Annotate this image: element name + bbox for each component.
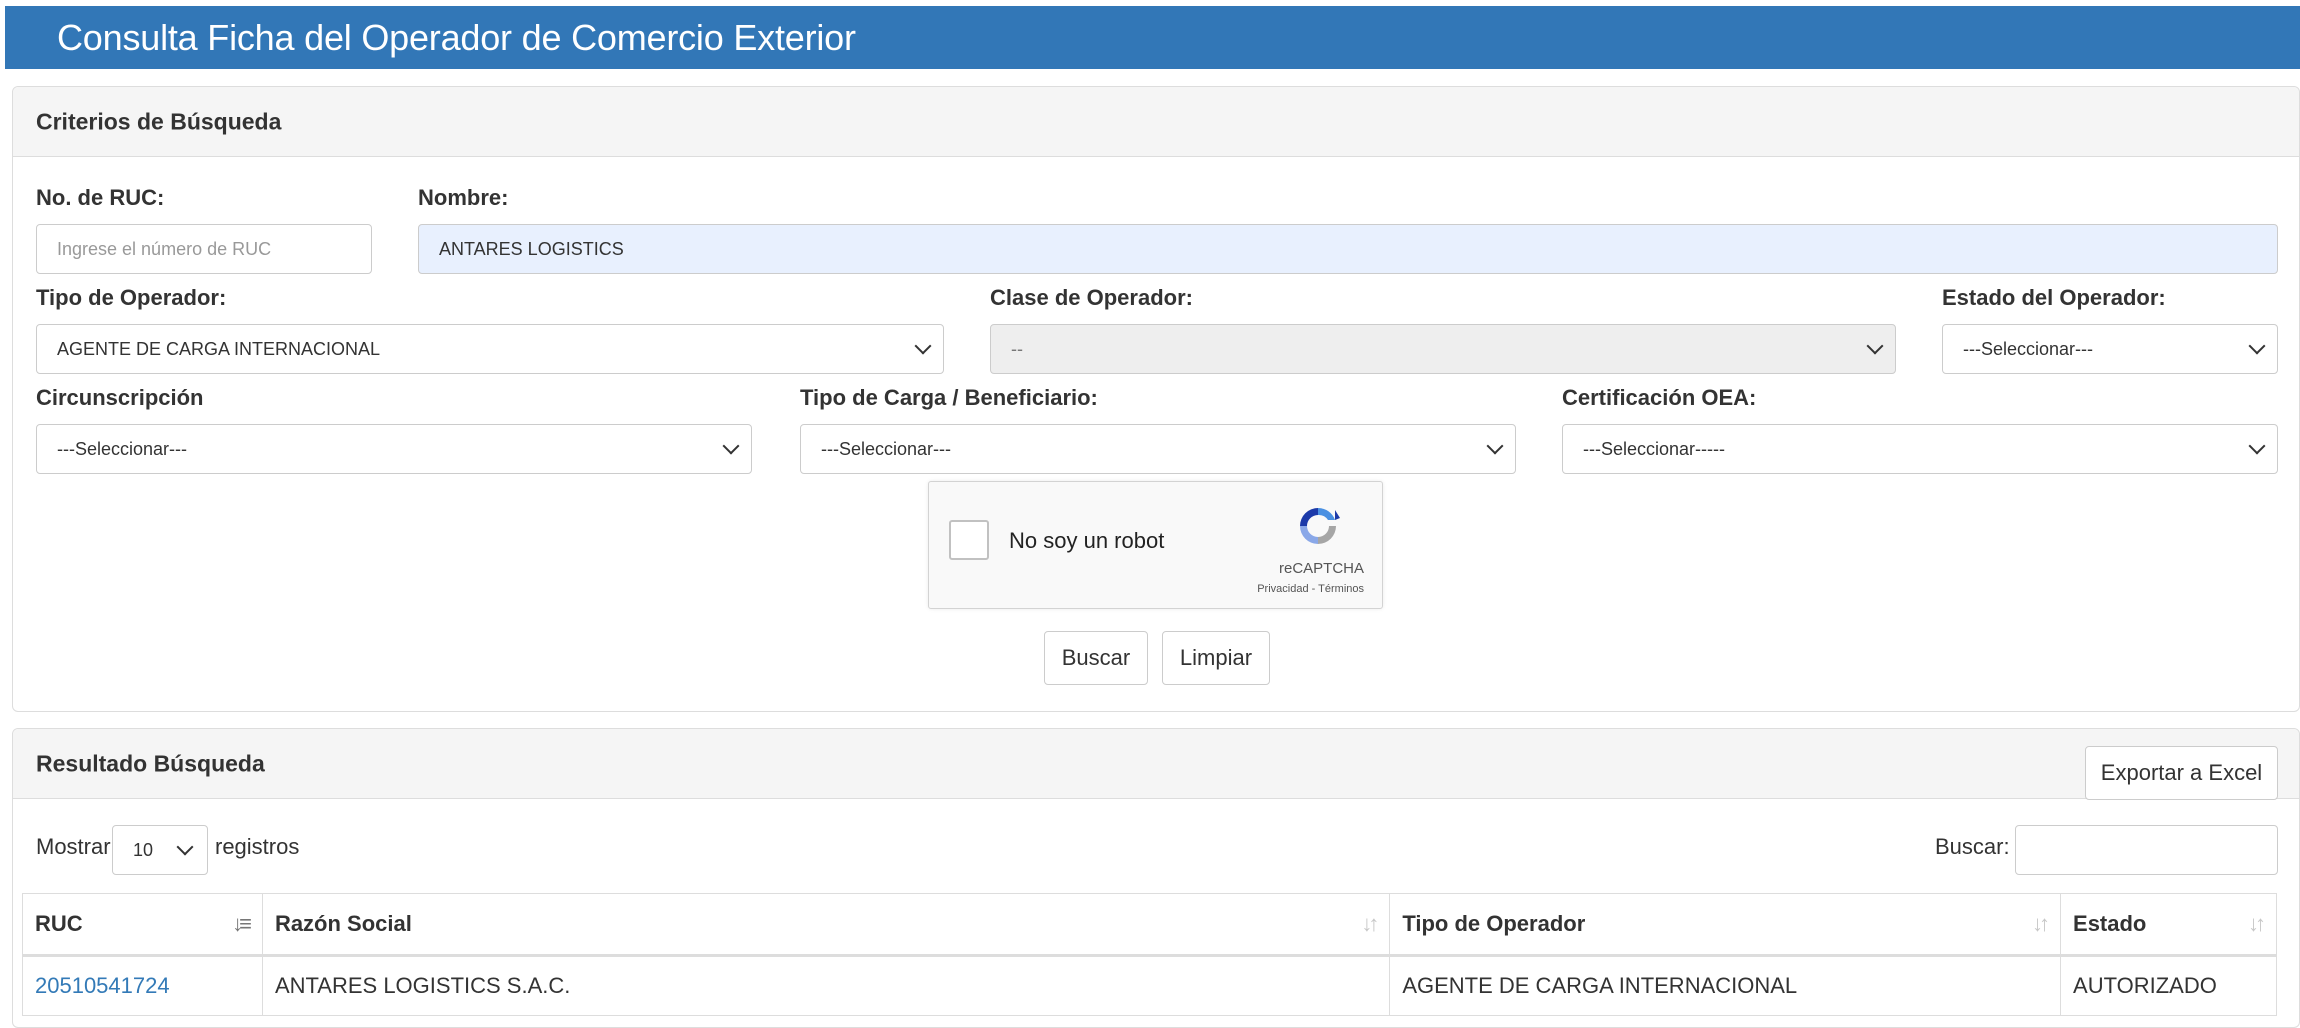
recaptcha-brand: reCAPTCHA xyxy=(1278,560,1364,577)
results-header: Resultado Búsqueda xyxy=(13,729,2299,799)
ruc-link[interactable]: 20510541724 xyxy=(35,973,170,998)
nombre-input[interactable]: ANTARES LOGISTICS xyxy=(418,224,2278,274)
clase-operador-label: Clase de Operador: xyxy=(990,285,1193,310)
search-criteria-panel: Criterios de Búsqueda xyxy=(12,86,2300,712)
certificacion-value: ---Seleccionar----- xyxy=(1583,439,1726,459)
search-criteria-header: Criterios de Búsqueda xyxy=(13,87,2299,157)
tipo-operador-value: AGENTE DE CARGA INTERNACIONAL xyxy=(57,339,381,359)
table-header-row: RUC ↓≡ Razón Social ↓↑ Tipo de Operador … xyxy=(22,893,2277,957)
chevron-down-icon xyxy=(1486,437,1504,455)
tipo-operador-cell: AGENTE DE CARGA INTERNACIONAL xyxy=(1389,955,2062,1016)
chevron-down-icon xyxy=(914,337,932,355)
page-header: Consulta Ficha del Operador de Comercio … xyxy=(5,6,2300,69)
tipo-operador-label: Tipo de Operador: xyxy=(36,285,227,310)
page-size-select[interactable]: 10 xyxy=(112,825,208,875)
chevron-down-icon xyxy=(2248,337,2266,355)
estado-cell: AUTORIZADO xyxy=(2060,955,2277,1016)
table-search-label: Buscar: xyxy=(1935,834,2010,859)
recaptcha-widget: No soy un robot reCAPTCHA Privacidad - T… xyxy=(928,481,1383,609)
certificacion-select[interactable]: ---Seleccionar----- xyxy=(1562,424,2278,474)
results-title: Resultado Búsqueda xyxy=(36,750,265,776)
chevron-down-icon xyxy=(722,437,740,455)
table-search-input[interactable] xyxy=(2015,825,2278,875)
column-header-estado[interactable]: Estado ↓↑ xyxy=(2060,893,2277,957)
recaptcha-icon xyxy=(1300,507,1340,544)
clase-operador-value: -- xyxy=(1011,339,1023,359)
recaptcha-label: No soy un robot xyxy=(1009,528,1165,553)
chevron-down-icon xyxy=(2248,437,2266,455)
sort-icon: ↓↑ xyxy=(2248,911,2266,936)
tipo-operador-select[interactable]: AGENTE DE CARGA INTERNACIONAL xyxy=(36,324,944,374)
chevron-down-icon xyxy=(1866,337,1884,355)
export-excel-button[interactable]: Exportar a Excel xyxy=(2085,746,2278,800)
ruc-input[interactable]: Ingrese el número de RUC xyxy=(36,224,372,274)
estado-operador-value: ---Seleccionar--- xyxy=(1963,339,2094,359)
circunscripcion-value: ---Seleccionar--- xyxy=(57,439,188,459)
clear-button[interactable]: Limpiar xyxy=(1162,631,1270,685)
estado-operador-label: Estado del Operador: xyxy=(1942,285,2166,310)
circunscripcion-label: Circunscripción xyxy=(36,385,204,410)
certificacion-label: Certificación OEA: xyxy=(1562,385,1757,410)
circunscripcion-select[interactable]: ---Seleccionar--- xyxy=(36,424,752,474)
sort-ascending-icon: ↓≡ xyxy=(232,911,252,936)
recaptcha-terms-link[interactable]: Privacidad - Términos xyxy=(1257,583,1364,595)
estado-operador-select[interactable]: ---Seleccionar--- xyxy=(1942,324,2278,374)
nombre-label: Nombre: xyxy=(418,185,509,210)
tipo-carga-select[interactable]: ---Seleccionar--- xyxy=(800,424,1516,474)
column-header-razon-social[interactable]: Razón Social ↓↑ xyxy=(261,893,1391,957)
ruc-label: No. de RUC: xyxy=(36,185,165,210)
razon-social-cell: ANTARES LOGISTICS S.A.C. xyxy=(261,955,1391,1016)
column-header-tipo-operador[interactable]: Tipo de Operador ↓↑ xyxy=(1389,893,2062,957)
page-title: Consulta Ficha del Operador de Comercio … xyxy=(57,17,856,58)
sort-icon: ↓↑ xyxy=(1361,911,1379,936)
column-header-ruc[interactable]: RUC ↓≡ xyxy=(22,893,263,957)
ruc-cell[interactable]: 20510541724 xyxy=(22,955,263,1016)
results-table: RUC ↓≡ Razón Social ↓↑ Tipo de Operador … xyxy=(22,893,2277,1016)
search-criteria-title: Criterios de Búsqueda xyxy=(36,108,282,134)
page-size-value: 10 xyxy=(133,840,154,860)
clase-operador-select[interactable]: -- xyxy=(990,324,1896,374)
chevron-down-icon xyxy=(176,838,194,856)
tipo-carga-label: Tipo de Carga / Beneficiario: xyxy=(800,385,1098,410)
table-row: 20510541724 ANTARES LOGISTICS S.A.C. AGE… xyxy=(22,955,2277,1016)
records-label: registros xyxy=(215,834,300,859)
recaptcha-checkbox[interactable] xyxy=(949,520,989,560)
sort-icon: ↓↑ xyxy=(2032,911,2050,936)
search-button[interactable]: Buscar xyxy=(1044,631,1148,685)
show-label: Mostrar xyxy=(36,834,111,859)
tipo-carga-value: ---Seleccionar--- xyxy=(821,439,952,459)
